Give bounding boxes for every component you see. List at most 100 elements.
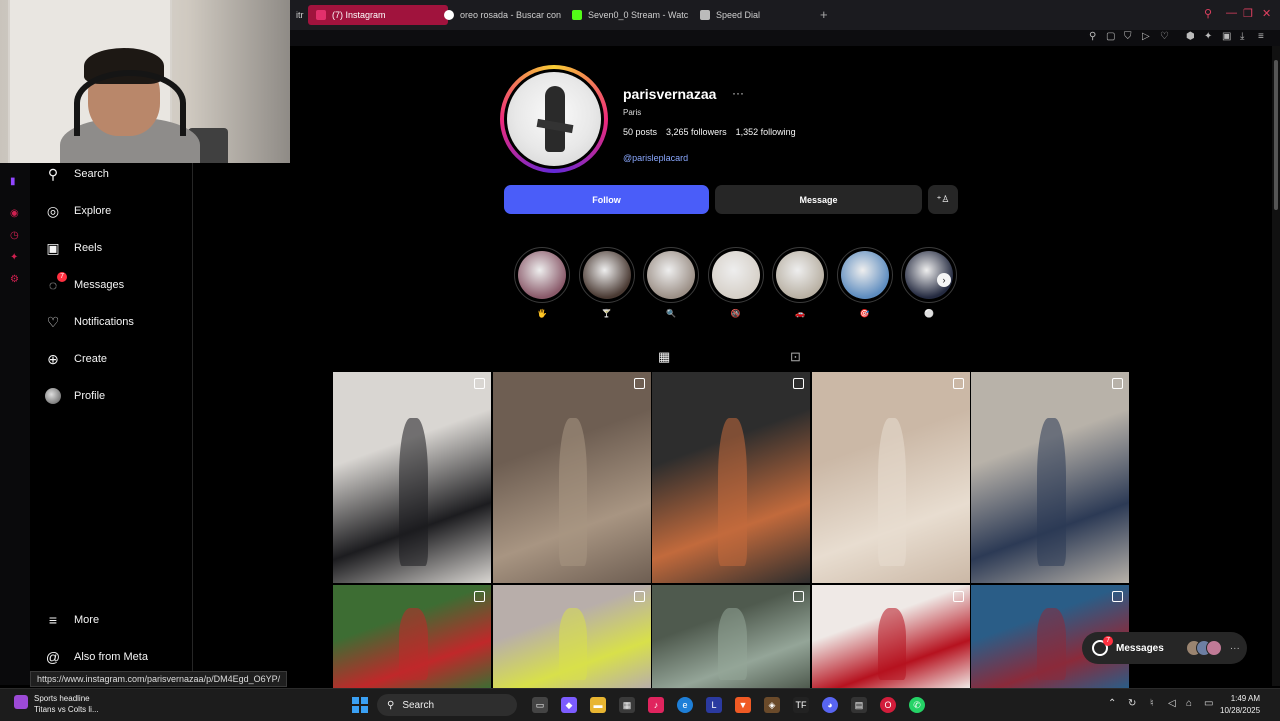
download-icon[interactable]: ⤓ bbox=[1240, 31, 1244, 42]
unread-badge: 7 bbox=[1103, 636, 1113, 646]
heart-icon[interactable]: ♡ bbox=[1160, 31, 1169, 42]
kick-icon bbox=[572, 10, 582, 20]
record-icon[interactable]: ◉ bbox=[10, 208, 19, 219]
tab-tagged-icon[interactable]: ⊡ bbox=[790, 349, 801, 365]
more-options-icon[interactable]: ··· bbox=[732, 86, 744, 100]
news-widget[interactable]: Sports headline Titans vs Colts li... bbox=[14, 693, 99, 715]
followers-count[interactable]: 3,265 followers bbox=[666, 127, 727, 137]
follow-button[interactable]: Follow bbox=[504, 185, 709, 214]
post-thumbnail-christmas-tree[interactable] bbox=[652, 585, 810, 688]
taskbar-search[interactable]: ⚲ Search bbox=[377, 694, 517, 716]
tab-google[interactable]: oreo rosada - Buscar con bbox=[436, 5, 572, 25]
profile-icon[interactable]: ▣ bbox=[1222, 31, 1231, 42]
app-l-icon[interactable]: L bbox=[706, 697, 722, 713]
minimize-icon[interactable]: — bbox=[1226, 7, 1237, 19]
pin-icon[interactable]: ⚲ bbox=[1089, 31, 1096, 42]
tiktok-icon[interactable]: ♪ bbox=[648, 697, 664, 713]
threads-handle-link[interactable]: @parisleplacard bbox=[623, 153, 688, 163]
epic-games-icon[interactable]: ▤ bbox=[851, 697, 867, 713]
opera-gx-icon[interactable]: O bbox=[880, 697, 896, 713]
story-highlight[interactable]: 🔍 bbox=[643, 247, 699, 318]
scrollbar-thumb[interactable] bbox=[1274, 60, 1278, 210]
reels-icon: ▣ bbox=[46, 239, 60, 256]
post-thumbnail-red-sequins[interactable] bbox=[811, 585, 970, 688]
sidebar-item-notifications[interactable]: ♡ Notifications bbox=[44, 313, 134, 331]
highlights-next-button[interactable]: › bbox=[937, 273, 951, 287]
speaker-icon[interactable]: ◁ bbox=[1168, 698, 1176, 709]
sidebar-item-more[interactable]: ≡ More bbox=[44, 611, 99, 629]
microphone-icon[interactable]: ♮ bbox=[1150, 698, 1154, 709]
message-button[interactable]: Message bbox=[715, 185, 922, 214]
post-subject bbox=[399, 418, 428, 567]
following-count[interactable]: 1,352 following bbox=[736, 127, 796, 137]
sidebar-item-meta[interactable]: @ Also from Meta bbox=[44, 648, 148, 666]
history-icon[interactable]: ◷ bbox=[10, 230, 19, 241]
store-icon[interactable]: ▦ bbox=[619, 697, 635, 713]
profile-avatar[interactable] bbox=[500, 65, 608, 173]
search-tabs-icon[interactable]: ⚲ bbox=[1204, 7, 1212, 20]
sidebar-item-create[interactable]: ⊕ Create bbox=[44, 350, 107, 368]
google-icon bbox=[444, 10, 454, 20]
sidebar-item-label: Search bbox=[74, 168, 109, 180]
sidebar-item-search[interactable]: ⚲ Search bbox=[44, 165, 109, 183]
copilot-icon[interactable]: ◆ bbox=[561, 697, 577, 713]
sync-icon[interactable]: ↻ bbox=[1128, 698, 1136, 709]
messages-dock[interactable]: 7 Messages ··· bbox=[1082, 632, 1247, 664]
tab-instagram[interactable]: (7) Instagram bbox=[308, 5, 448, 25]
highlight-label: 🖐 bbox=[537, 309, 547, 318]
compass-icon: ◎ bbox=[46, 202, 60, 219]
file-explorer-icon[interactable]: ▬ bbox=[590, 697, 606, 713]
post-thumbnail-denim-dress[interactable] bbox=[971, 372, 1129, 583]
post-thumbnail-neon-top[interactable] bbox=[492, 585, 651, 688]
extensions-side-icon[interactable]: ✦ bbox=[10, 252, 18, 263]
new-tab-button[interactable]: + bbox=[820, 7, 828, 22]
menu-icon[interactable]: ≡ bbox=[1258, 31, 1264, 42]
play-icon[interactable]: ▷ bbox=[1142, 31, 1150, 42]
close-icon[interactable]: ✕ bbox=[1262, 7, 1271, 20]
sidebar-item-messages[interactable]: ◌ 7 Messages bbox=[44, 272, 124, 294]
sidebar-item-explore[interactable]: ◎ Explore bbox=[44, 202, 111, 220]
story-highlight[interactable]: 🖐 bbox=[514, 247, 570, 318]
tray-overflow-icon[interactable]: ⌃ bbox=[1108, 698, 1116, 709]
search-icon: ⚲ bbox=[387, 699, 395, 711]
game-icon[interactable]: ◈ bbox=[764, 697, 780, 713]
sidebar-item-reels[interactable]: ▣ Reels bbox=[44, 239, 102, 257]
tab-speed-dial[interactable]: Speed Dial bbox=[692, 5, 818, 25]
task-view-icon[interactable]: ▭ bbox=[532, 697, 548, 713]
sidebar-item-label: Notifications bbox=[74, 316, 134, 328]
post-thumbnail-sequin-gown-room[interactable] bbox=[811, 372, 970, 583]
brave-icon[interactable]: ▼ bbox=[735, 697, 751, 713]
story-highlight[interactable]: 🍸 bbox=[578, 247, 635, 318]
story-highlight[interactable]: 🚗 bbox=[772, 247, 828, 318]
sidebar-item-label: Also from Meta bbox=[74, 651, 148, 663]
settings-icon[interactable]: ⚙ bbox=[10, 274, 19, 285]
taskbar-clock[interactable]: 1:49 AM 10/28/2025 bbox=[1220, 693, 1260, 717]
sidebar-item-profile[interactable]: Profile bbox=[44, 387, 105, 405]
post-subject bbox=[1037, 607, 1066, 680]
post-thumbnail-costume-closet[interactable] bbox=[492, 372, 651, 583]
story-highlight[interactable]: 🚳 bbox=[707, 247, 764, 318]
post-thumbnail-handbag-flatlay[interactable] bbox=[652, 372, 810, 583]
vpn-icon[interactable]: ⬢ bbox=[1186, 31, 1195, 42]
extensions-icon[interactable]: ✦ bbox=[1204, 31, 1212, 42]
profile-username: parisvernazaa bbox=[623, 86, 717, 102]
windows-start-icon[interactable] bbox=[352, 697, 368, 713]
snapshot-icon[interactable]: ▢ bbox=[1106, 31, 1115, 42]
maximize-icon[interactable]: ❐ bbox=[1243, 7, 1253, 20]
shield-icon[interactable]: ⛉ bbox=[1124, 31, 1132, 42]
network-icon[interactable]: ⌂ bbox=[1186, 698, 1192, 709]
news-subtitle: Titans vs Colts li... bbox=[34, 705, 99, 714]
tab-posts-grid-icon[interactable]: ▦ bbox=[658, 349, 670, 365]
post-thumbnail-black-dress[interactable] bbox=[333, 372, 491, 583]
discord-icon[interactable]: ◕ bbox=[822, 697, 838, 713]
story-highlight[interactable]: 🎯 bbox=[836, 247, 893, 318]
suggest-user-button[interactable]: ⁺♙ bbox=[928, 185, 958, 214]
tab-label: Seven0_0 Stream - Watc bbox=[588, 10, 689, 20]
tf-icon[interactable]: TF bbox=[793, 697, 809, 713]
battery-icon[interactable]: ▭ bbox=[1204, 698, 1213, 709]
tab-kick-stream[interactable]: Seven0_0 Stream - Watc bbox=[564, 5, 700, 25]
post-thumbnail-red-hat-racecourse[interactable] bbox=[333, 585, 491, 688]
twitch-icon[interactable]: ▮ bbox=[10, 176, 16, 187]
whatsapp-icon[interactable]: ✆ bbox=[909, 697, 925, 713]
edge-icon[interactable]: e bbox=[677, 697, 693, 713]
